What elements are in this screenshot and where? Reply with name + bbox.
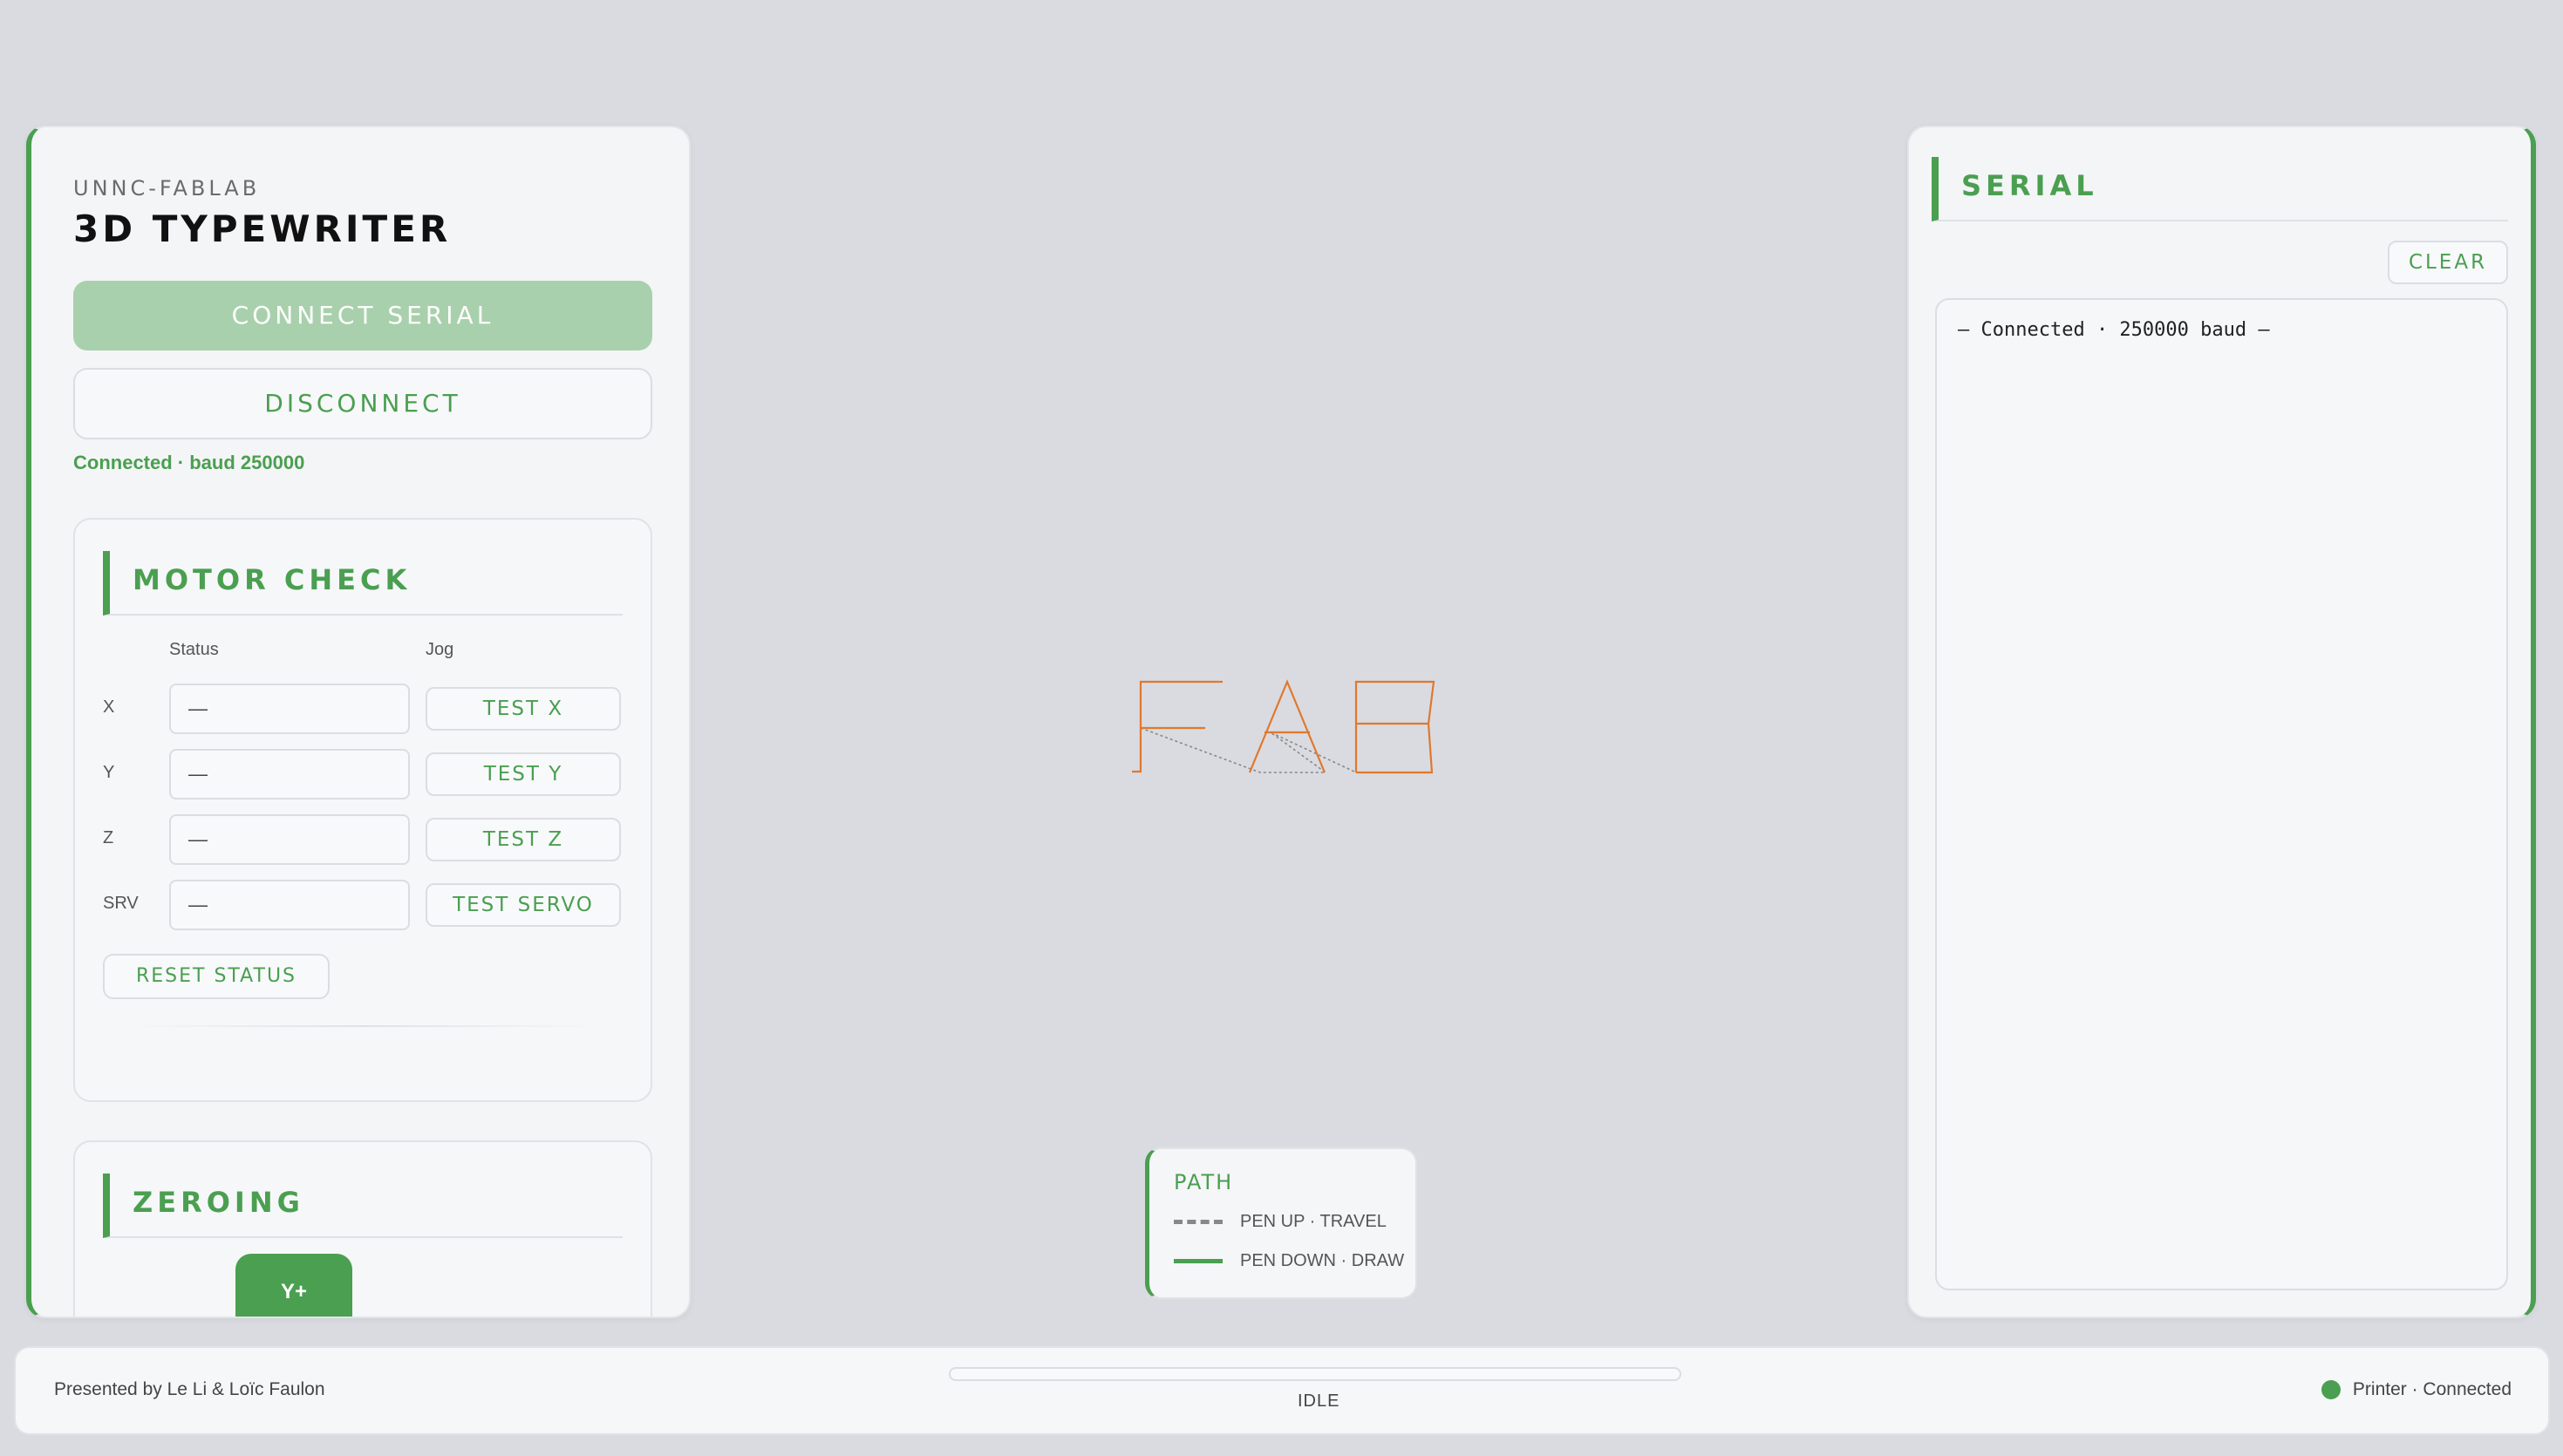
zeroing-header: ZEROING xyxy=(103,1174,623,1238)
log-line: — Connected · 250000 baud — xyxy=(1958,319,2270,341)
org-label: UNNC-FABLAB xyxy=(73,176,261,201)
dashed-line-icon xyxy=(1174,1220,1223,1225)
serial-panel: SERIAL CLEAR — Connected · 250000 baud — xyxy=(1907,126,2536,1318)
status-bar: Presented by Le Li & Loïc Faulon IDLE Pr… xyxy=(14,1346,2550,1435)
zeroing-card: ZEROING Y+ xyxy=(73,1140,652,1317)
status-field-y: — xyxy=(169,749,410,799)
toolpath-preview xyxy=(1132,679,1435,774)
legend-pen-up-label: PEN UP · TRAVEL xyxy=(1240,1212,1387,1231)
status-field-z: — xyxy=(169,814,410,865)
app-title: 3D TYPEWRITER xyxy=(73,208,452,250)
status-field-servo: — xyxy=(169,880,410,930)
zeroing-title: ZEROING xyxy=(133,1186,304,1219)
axis-label-y: Y xyxy=(103,763,115,782)
axis-label-x: X xyxy=(103,697,115,717)
job-status: IDLE xyxy=(1298,1391,1340,1411)
test-z-button[interactable]: TEST Z xyxy=(426,818,621,861)
status-field-x: — xyxy=(169,684,410,734)
control-panel: UNNC-FABLAB 3D TYPEWRITER CONNECT SERIAL… xyxy=(26,126,691,1318)
serial-title: SERIAL xyxy=(1961,169,2098,202)
serial-header: SERIAL xyxy=(1932,157,2508,221)
credit-text: Presented by Le Li & Loïc Faulon xyxy=(54,1379,325,1399)
progress-bar xyxy=(949,1367,1681,1381)
letter-f-stroke xyxy=(1132,680,1223,773)
printer-status-label: Printer · Connected xyxy=(2352,1379,2512,1399)
status-dot-icon xyxy=(2321,1380,2341,1400)
divider xyxy=(127,1025,598,1027)
motor-check-title: MOTOR CHECK xyxy=(133,563,412,596)
connection-status: Connected · baud 250000 xyxy=(73,452,305,473)
letter-b-stroke xyxy=(1354,680,1435,774)
axis-label-z: Z xyxy=(103,828,114,847)
test-servo-button[interactable]: TEST SERVO xyxy=(426,883,621,927)
clear-button[interactable]: CLEAR xyxy=(2388,241,2508,284)
motor-check-card: MOTOR CHECK Status Jog X — TEST X Y — TE… xyxy=(73,518,652,1102)
path-legend: PATH PEN UP · TRAVEL PEN DOWN · DRAW xyxy=(1145,1147,1417,1299)
axis-label-servo: SRV xyxy=(103,894,139,913)
letter-a-stroke xyxy=(1248,679,1326,773)
serial-log[interactable]: — Connected · 250000 baud — xyxy=(1935,298,2508,1290)
legend-pen-up: PEN UP · TRAVEL xyxy=(1174,1212,1387,1232)
connect-serial-button[interactable]: CONNECT SERIAL xyxy=(73,281,652,350)
status-column-header: Status xyxy=(169,640,219,659)
disconnect-button[interactable]: DISCONNECT xyxy=(73,368,652,439)
jog-y-plus-button[interactable]: Y+ xyxy=(235,1254,352,1317)
test-x-button[interactable]: TEST X xyxy=(426,687,621,731)
travel-path xyxy=(1140,727,1357,773)
legend-title: PATH xyxy=(1174,1170,1234,1194)
solid-line-icon xyxy=(1174,1259,1223,1264)
printer-status: Printer · Connected xyxy=(2321,1379,2512,1400)
jog-column-header: Jog xyxy=(426,640,454,659)
legend-pen-down-label: PEN DOWN · DRAW xyxy=(1240,1251,1405,1270)
test-y-button[interactable]: TEST Y xyxy=(426,752,621,796)
reset-status-button[interactable]: RESET STATUS xyxy=(103,954,330,999)
legend-pen-down: PEN DOWN · DRAW xyxy=(1174,1251,1404,1271)
motor-check-header: MOTOR CHECK xyxy=(103,551,623,616)
